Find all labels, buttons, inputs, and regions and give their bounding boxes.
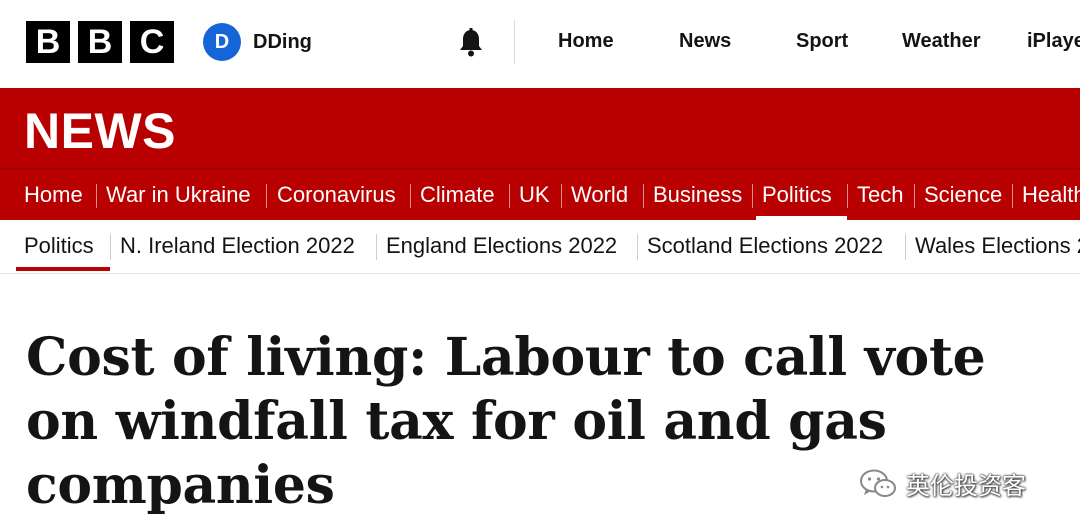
section-nav-science[interactable]: Science — [924, 182, 1002, 208]
section-nav-uk[interactable]: UK — [519, 182, 550, 208]
section-nav-tech[interactable]: Tech — [857, 182, 903, 208]
section-nav-separator — [1012, 184, 1013, 208]
wechat-icon — [860, 469, 896, 497]
account-name: DDing — [253, 30, 312, 53]
masthead-divider — [514, 20, 515, 64]
sub-nav-separator — [376, 234, 377, 260]
sub-nav-england-elections-2022[interactable]: England Elections 2022 — [386, 233, 617, 259]
avatar: D — [203, 23, 241, 61]
sub-nav-separator — [905, 234, 906, 260]
top-nav-iplayer[interactable]: iPlayer — [1027, 30, 1080, 53]
logo-letter-b1: B — [26, 21, 70, 63]
logo-letter-c: C — [130, 21, 174, 63]
section-nav-home[interactable]: Home — [24, 182, 83, 208]
sub-nav-separator — [110, 234, 111, 260]
sub-nav-n-ireland-election-2022[interactable]: N. Ireland Election 2022 — [120, 233, 355, 259]
account-link[interactable]: D DDing — [203, 23, 312, 61]
news-title[interactable]: NEWS — [24, 102, 176, 160]
sub-nav-border — [0, 273, 1080, 274]
logo-letter-b2: B — [78, 21, 122, 63]
section-nav-separator — [266, 184, 267, 208]
watermark: 英伦投资客 — [858, 466, 1026, 501]
news-banner: NEWS — [0, 88, 1080, 168]
section-nav-separator — [410, 184, 411, 208]
section-nav-separator — [96, 184, 97, 208]
section-nav-coronavirus[interactable]: Coronavirus — [277, 182, 396, 208]
top-nav-weather[interactable]: Weather — [902, 30, 981, 53]
section-nav-business[interactable]: Business — [653, 182, 742, 208]
section-nav-separator — [847, 184, 848, 208]
section-nav-climate[interactable]: Climate — [420, 182, 495, 208]
sub-nav-separator — [637, 234, 638, 260]
watermark-text: 英伦投资客 — [906, 472, 1026, 500]
section-nav-separator — [752, 184, 753, 208]
section-nav-politics[interactable]: Politics — [762, 182, 832, 208]
section-nav-separator — [643, 184, 644, 208]
top-nav-sport[interactable]: Sport — [796, 30, 848, 53]
section-nav-separator — [509, 184, 510, 208]
section-nav-health[interactable]: Health — [1022, 182, 1080, 208]
sub-nav-politics[interactable]: Politics — [24, 233, 94, 259]
sub-nav-wales-elections-2022[interactable]: Wales Elections 2022 — [915, 233, 1080, 259]
bell-icon[interactable] — [454, 26, 488, 60]
masthead: B B C D DDing Home News Sport Weather iP… — [0, 0, 1080, 88]
sub-nav-scotland-elections-2022[interactable]: Scotland Elections 2022 — [647, 233, 883, 259]
section-nav: Home War in Ukraine Coronavirus Climate … — [0, 170, 1080, 220]
section-nav-separator — [914, 184, 915, 208]
sub-nav-active-indicator — [16, 267, 110, 271]
section-nav-war-in-ukraine[interactable]: War in Ukraine — [106, 182, 251, 208]
top-nav-home[interactable]: Home — [558, 30, 614, 53]
section-nav-world[interactable]: World — [571, 182, 628, 208]
bbc-logo[interactable]: B B C — [26, 21, 174, 63]
sub-nav: Politics N. Ireland Election 2022 Englan… — [0, 220, 1080, 274]
section-nav-separator — [561, 184, 562, 208]
top-nav-news[interactable]: News — [679, 30, 731, 53]
